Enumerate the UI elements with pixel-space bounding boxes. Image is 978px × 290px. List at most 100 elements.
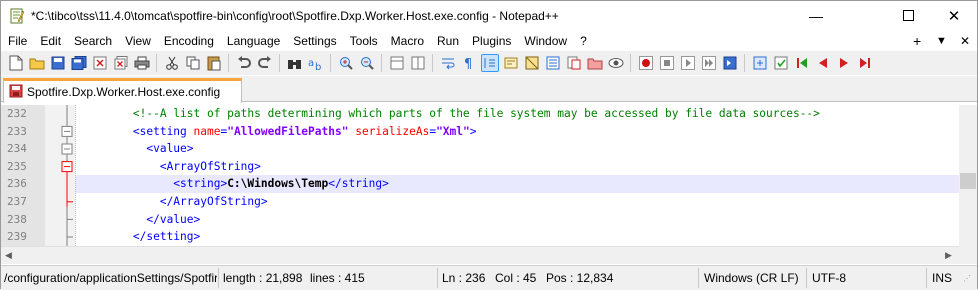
resize-grip-icon[interactable]: ⋰ [963, 274, 971, 283]
new-tab-plus-icon[interactable]: + [913, 32, 921, 51]
status-eol: Windows (CR LF) [704, 271, 799, 285]
replace-icon[interactable]: ab [308, 55, 324, 71]
toolbar-separator [381, 54, 382, 72]
compare-next-icon[interactable] [836, 55, 852, 71]
menu-encoding[interactable]: Encoding [157, 32, 220, 51]
code-token: <ArrayOfString> [159, 159, 261, 173]
sync-vertical-icon[interactable] [389, 55, 405, 71]
close-file-icon[interactable] [92, 55, 108, 71]
cut-icon[interactable] [164, 55, 180, 71]
function-list-icon[interactable] [566, 55, 582, 71]
line-code: </value> [79, 211, 200, 229]
toolbar-separator [156, 54, 157, 72]
menu-run[interactable]: Run [430, 32, 465, 51]
record-macro-icon[interactable] [638, 55, 654, 71]
open-file-icon[interactable] [29, 55, 45, 71]
editor-line[interactable]: 239 </setting> [1, 228, 959, 246]
play-macro-icon[interactable] [680, 55, 696, 71]
scroll-left-arrow-icon[interactable]: ◀ [5, 250, 12, 261]
toolbar-separator [279, 54, 280, 72]
status-lines: lines : 415 [310, 271, 365, 285]
menu-settings[interactable]: Settings [286, 32, 342, 51]
code-editor[interactable]: 232 <!--A list of paths determining whic… [1, 105, 977, 246]
vertical-scroll-thumb[interactable] [960, 173, 976, 189]
notepadpp-icon [9, 8, 25, 24]
run-macro-multiple-icon[interactable] [701, 55, 717, 71]
compare-prev-icon[interactable] [815, 55, 831, 71]
zoom-in-icon[interactable] [338, 55, 354, 71]
menu-tools[interactable]: Tools [343, 32, 384, 51]
line-code: <setting name="AllowedFilePaths" seriali… [79, 123, 477, 141]
indent-guide-icon[interactable] [480, 54, 499, 72]
menu-file[interactable]: File [1, 32, 33, 51]
find-icon[interactable] [287, 55, 303, 71]
plugin-check-icon[interactable] [773, 55, 789, 71]
minimize-button[interactable]: — [793, 1, 839, 31]
menu-edit[interactable]: Edit [33, 32, 67, 51]
close-icon: ✕ [947, 8, 961, 25]
line-code: <value> [79, 140, 194, 158]
editor-line[interactable]: 237 </ArrayOfString> [1, 193, 959, 211]
code-token: "AllowedFilePaths" [227, 124, 349, 138]
save-macro-icon[interactable] [722, 55, 738, 71]
close-button[interactable]: ✕ [931, 1, 977, 31]
menu-help[interactable]: ? [573, 32, 593, 51]
zoom-out-icon[interactable] [359, 55, 375, 71]
paste-icon[interactable] [206, 55, 222, 71]
compare-first-icon[interactable] [794, 55, 810, 71]
code-token: <value> [146, 142, 194, 156]
code-token: <setting [132, 124, 194, 138]
menu-window[interactable]: Window [517, 32, 573, 51]
line-number: 233 [1, 122, 45, 141]
redo-icon[interactable] [257, 55, 273, 71]
status-separator [437, 268, 438, 288]
sync-horizontal-icon[interactable] [410, 55, 426, 71]
status-separator [218, 268, 219, 288]
menu-plugins[interactable]: Plugins [465, 32, 517, 51]
editor-line[interactable]: 238 </value> [1, 210, 959, 229]
show-all-characters-icon[interactable]: ¶ [461, 55, 477, 71]
close-all-icon[interactable] [113, 55, 129, 71]
editor-line[interactable]: 234 <value> [1, 140, 959, 159]
close-document-icon[interactable]: ✕ [960, 32, 970, 51]
editor-line[interactable]: 232 <!--A list of paths determining whic… [1, 105, 959, 123]
vertical-scrollbar[interactable] [959, 105, 977, 246]
tab-list-dropdown-icon[interactable]: ▼ [936, 32, 947, 51]
code-token: > [469, 124, 477, 138]
editor-line[interactable]: 235 <ArrayOfString> [1, 157, 959, 176]
menu-macro[interactable]: Macro [384, 32, 430, 51]
editor-line[interactable]: 236 <string>C:\Windows\Temp</string> [1, 175, 959, 194]
horizontal-scrollbar[interactable]: ◀ ▶ [1, 246, 959, 264]
menu-language[interactable]: Language [220, 32, 286, 51]
scroll-right-arrow-icon[interactable]: ▶ [945, 250, 952, 261]
copy-icon[interactable] [185, 55, 201, 71]
line-code: <!--A list of paths determining which pa… [79, 105, 820, 123]
stop-macro-icon[interactable] [659, 55, 675, 71]
line-code: </setting> [79, 228, 200, 246]
code-token: </ArrayOfString> [159, 195, 268, 208]
menu-view[interactable]: View [118, 32, 157, 51]
undo-icon[interactable] [236, 55, 252, 71]
new-file-icon[interactable] [8, 55, 24, 71]
monitoring-icon[interactable] [608, 55, 624, 71]
menu-search[interactable]: Search [67, 32, 118, 51]
udl-icon[interactable] [503, 55, 519, 71]
tab-label: Spotfire.Dxp.Worker.Host.exe.config [27, 85, 221, 99]
compare-last-icon[interactable] [857, 55, 873, 71]
plugin-a-icon[interactable] [752, 55, 768, 71]
tab-spotfire-config[interactable]: Spotfire.Dxp.Worker.Host.exe.config [3, 78, 242, 103]
document-list-icon[interactable] [545, 55, 561, 71]
code-token: </setting> [132, 230, 201, 244]
status-separator [698, 268, 699, 288]
editor-line[interactable]: 233 <setting name="AllowedFilePaths" ser… [1, 122, 959, 141]
save-icon[interactable] [50, 55, 66, 71]
save-all-icon[interactable] [71, 55, 87, 71]
folder-as-workspace-icon[interactable] [587, 55, 603, 71]
print-icon[interactable] [134, 55, 150, 71]
toolbar-separator [432, 54, 433, 72]
maximize-button[interactable] [885, 1, 931, 31]
svg-text:b: b [315, 62, 321, 71]
word-wrap-icon[interactable] [440, 55, 456, 71]
document-map-icon[interactable] [524, 55, 540, 71]
menu-bar: File Edit Search View Encoding Language … [1, 32, 977, 51]
